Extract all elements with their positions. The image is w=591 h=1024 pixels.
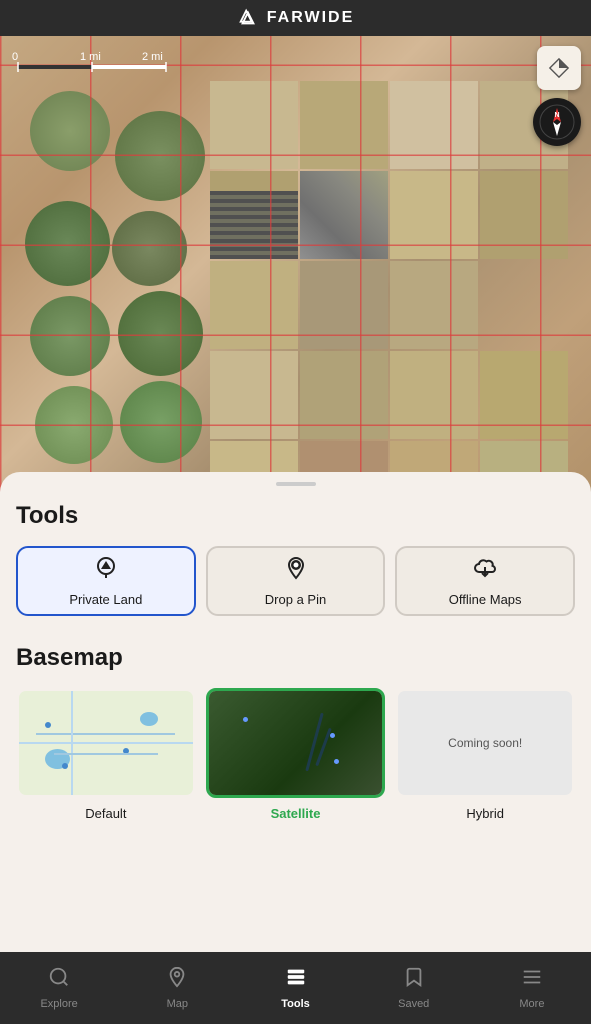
- drop-pin-icon: [284, 556, 308, 586]
- tools-icon: [285, 966, 307, 994]
- tools-section-title: Tools: [16, 502, 575, 530]
- location-arrow-icon: [548, 57, 570, 79]
- drop-pin-label: Drop a Pin: [265, 592, 326, 607]
- map-icon: [166, 966, 188, 994]
- basemap-section-title: Basemap: [16, 644, 575, 672]
- logo-icon: [237, 7, 259, 29]
- basemap-hybrid-label: Hybrid: [466, 806, 504, 821]
- nav-label-saved: Saved: [398, 998, 429, 1010]
- location-button[interactable]: [537, 46, 581, 90]
- nav-label-map: Map: [167, 998, 188, 1010]
- nav-label-more: More: [519, 998, 544, 1010]
- app-logo: FARWIDE: [237, 7, 354, 29]
- svg-text:2 mi: 2 mi: [142, 51, 163, 63]
- basemap-satellite-thumb: [206, 688, 386, 798]
- basemap-satellite-label: Satellite: [271, 806, 321, 821]
- svg-text:0: 0: [12, 51, 18, 63]
- app-header: FARWIDE: [0, 0, 591, 36]
- compass[interactable]: N: [533, 98, 581, 146]
- offline-maps-label: Offline Maps: [449, 592, 522, 607]
- drop-pin-button[interactable]: Drop a Pin: [206, 546, 386, 616]
- map-background: [0, 36, 591, 516]
- bottom-sheet: Tools Private Land: [0, 472, 591, 952]
- tools-section: Tools Private Land: [16, 502, 575, 616]
- basemap-default-thumb: [16, 688, 196, 798]
- tools-row: Private Land Drop a Pin: [16, 546, 575, 616]
- bottom-navigation: Explore Map Tools Saved: [0, 952, 591, 1024]
- more-icon: [521, 966, 543, 994]
- basemap-satellite[interactable]: Satellite: [206, 688, 386, 821]
- basemap-default[interactable]: Default: [16, 688, 196, 821]
- basemap-hybrid-thumb: Coming soon!: [395, 688, 575, 798]
- nav-item-explore[interactable]: Explore: [0, 958, 118, 1018]
- svg-text:1 mi: 1 mi: [80, 51, 101, 63]
- map-scale-bar: 0 1 mi 2 mi: [12, 48, 172, 76]
- scale-bar-svg: 0 1 mi 2 mi: [12, 48, 172, 76]
- parcel-boundary-lines: [0, 36, 591, 516]
- basemap-hybrid[interactable]: Coming soon! Hybrid: [395, 688, 575, 821]
- private-land-label: Private Land: [69, 592, 142, 607]
- private-land-icon: [94, 556, 118, 586]
- nav-label-explore: Explore: [40, 998, 77, 1010]
- explore-icon: [48, 966, 70, 994]
- hybrid-map-preview: Coming soon!: [398, 691, 572, 795]
- satellite-map-preview: [209, 691, 383, 795]
- app-title: FARWIDE: [267, 9, 354, 27]
- drag-handle[interactable]: [276, 482, 316, 486]
- nav-item-map[interactable]: Map: [118, 958, 236, 1018]
- map-view[interactable]: 0 1 mi 2 mi N: [0, 36, 591, 516]
- basemap-default-label: Default: [85, 806, 126, 821]
- pin-icon: [284, 556, 308, 580]
- saved-icon: [403, 966, 425, 994]
- nav-item-tools[interactable]: Tools: [236, 958, 354, 1018]
- mountain-pin-icon: [94, 556, 118, 580]
- coming-soon-text: Coming soon!: [448, 736, 522, 750]
- nav-item-more[interactable]: More: [473, 958, 591, 1018]
- basemap-row: Default Satellite: [16, 688, 575, 821]
- nav-item-saved[interactable]: Saved: [355, 958, 473, 1018]
- cloud-download-icon: [473, 556, 497, 580]
- offline-maps-icon: [473, 556, 497, 586]
- nav-label-tools: Tools: [281, 998, 310, 1010]
- private-land-button[interactable]: Private Land: [16, 546, 196, 616]
- offline-maps-button[interactable]: Offline Maps: [395, 546, 575, 616]
- basemap-section: Basemap Default: [16, 644, 575, 821]
- svg-text:N: N: [554, 112, 559, 119]
- tools-stack-icon: [285, 966, 307, 988]
- compass-icon: N: [539, 104, 575, 140]
- default-map-preview: [19, 691, 193, 795]
